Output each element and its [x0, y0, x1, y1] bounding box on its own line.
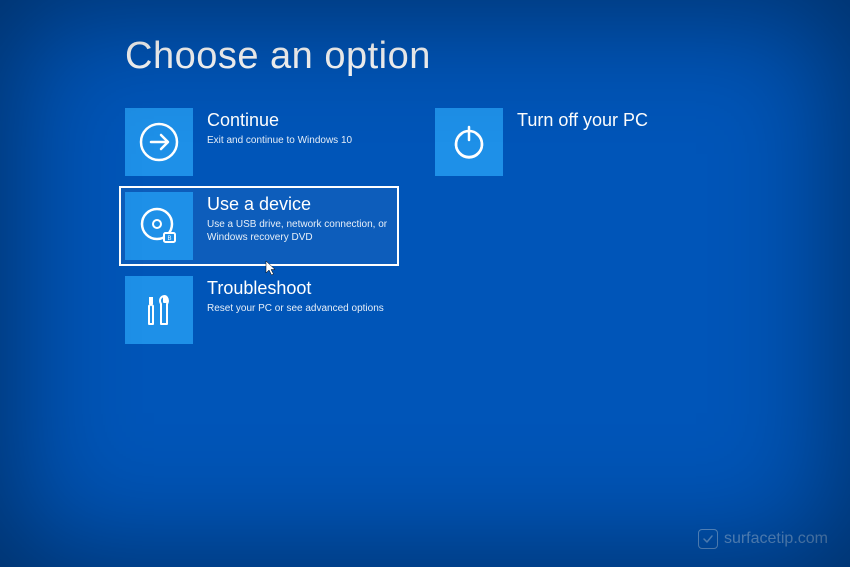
option-turn-off-title: Turn off your PC [517, 110, 715, 132]
disc-icon: B [125, 192, 193, 260]
watermark: surfacetip.com [698, 529, 828, 549]
option-continue-desc: Exit and continue to Windows 10 [207, 134, 405, 147]
arrow-right-icon [125, 108, 193, 176]
option-continue-title: Continue [207, 110, 405, 132]
option-turn-off[interactable]: Turn off your PC [435, 108, 715, 176]
option-use-device-title: Use a device [207, 194, 393, 216]
option-troubleshoot-desc: Reset your PC or see advanced options [207, 302, 405, 315]
option-use-device-desc: Use a USB drive, network connection, or … [207, 218, 393, 244]
watermark-text: surfacetip.com [724, 530, 828, 548]
power-icon [435, 108, 503, 176]
option-use-device[interactable]: B Use a device Use a USB drive, network … [119, 186, 399, 266]
option-troubleshoot-title: Troubleshoot [207, 278, 405, 300]
watermark-logo-icon [698, 529, 718, 549]
tools-icon [125, 276, 193, 344]
page-title: Choose an option [125, 35, 725, 78]
svg-text:B: B [167, 236, 171, 242]
options-grid: Continue Exit and continue to Windows 10… [125, 108, 725, 344]
option-continue[interactable]: Continue Exit and continue to Windows 10 [125, 108, 405, 176]
option-troubleshoot[interactable]: Troubleshoot Reset your PC or see advanc… [125, 276, 405, 344]
